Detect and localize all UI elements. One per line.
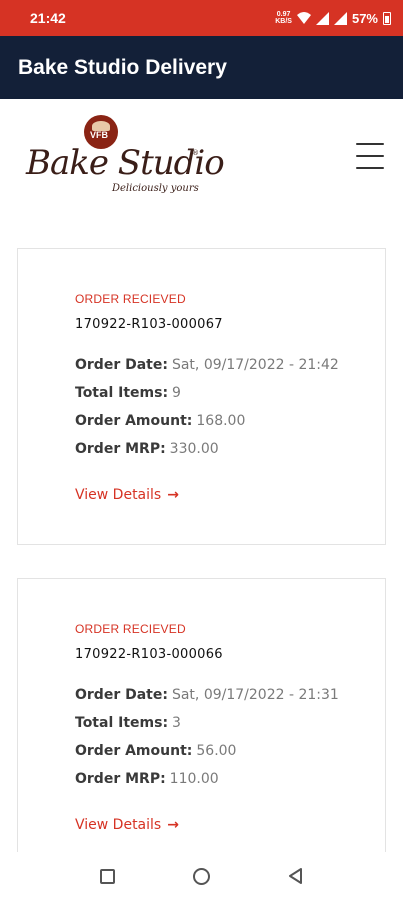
battery-percent: 57% xyxy=(351,10,378,26)
total-items-value: 3 xyxy=(172,715,181,731)
network-speed-value: 0.97 xyxy=(276,11,291,18)
order-mrp-label: Order MRP: xyxy=(75,771,166,787)
order-amount-label: Order Amount: xyxy=(75,743,193,759)
order-amount-label: Order Amount: xyxy=(75,413,193,429)
order-date-row: Order Date: Sat, 09/17/2022 - 21:42 xyxy=(75,357,339,373)
app-title: Bake Studio Delivery xyxy=(18,55,227,79)
network-speed-unit: KB/S xyxy=(275,18,292,25)
order-date-label: Order Date: xyxy=(75,357,168,373)
circle-home-icon[interactable] xyxy=(192,867,210,885)
total-items-label: Total Items: xyxy=(75,715,169,731)
view-details-label: View Details xyxy=(75,817,162,833)
triangle-back-icon[interactable] xyxy=(288,868,304,884)
total-items-row: Total Items: 9 xyxy=(75,385,181,401)
hamburger-menu-icon[interactable] xyxy=(356,143,384,169)
system-nav-bar xyxy=(0,852,403,900)
total-items-value: 9 xyxy=(172,385,181,401)
battery-icon xyxy=(383,11,391,25)
bake-studio-logo[interactable]: VFB Bake Studio ® Deliciously yours xyxy=(24,113,225,203)
order-id: 170922-R103-000067 xyxy=(75,317,223,332)
order-date-row: Order Date: Sat, 09/17/2022 - 21:31 xyxy=(75,687,339,703)
app-bar: Bake Studio Delivery xyxy=(0,36,403,99)
logo-badge: VFB xyxy=(90,130,108,140)
status-time: 21:42 xyxy=(30,10,66,26)
status-icons: 0.97 KB/S 57% xyxy=(275,11,391,26)
order-mrp-label: Order MRP: xyxy=(75,441,166,457)
signal-icon xyxy=(315,11,329,25)
order-mrp-value: 330.00 xyxy=(169,441,219,457)
network-speed: 0.97 KB/S xyxy=(275,11,292,25)
order-card: ORDER RECIEVED 170922-R103-000066 Order … xyxy=(17,578,386,852)
order-amount-value: 56.00 xyxy=(196,743,237,759)
order-amount-row: Order Amount: 168.00 xyxy=(75,413,245,429)
order-id: 170922-R103-000066 xyxy=(75,647,223,662)
order-card: ORDER RECIEVED 170922-R103-000067 Order … xyxy=(17,248,386,545)
orders-list[interactable]: ORDER RECIEVED 170922-R103-000067 Order … xyxy=(0,216,403,852)
total-items-row: Total Items: 3 xyxy=(75,715,181,731)
order-mrp-row: Order MRP: 110.00 xyxy=(75,771,219,787)
order-date-label: Order Date: xyxy=(75,687,168,703)
order-mrp-row: Order MRP: 330.00 xyxy=(75,441,219,457)
order-amount-row: Order Amount: 56.00 xyxy=(75,743,236,759)
arrow-right-icon: → xyxy=(167,487,179,503)
square-recents-icon[interactable] xyxy=(99,868,115,884)
order-status: ORDER RECIEVED xyxy=(75,622,186,636)
order-status: ORDER RECIEVED xyxy=(75,292,186,306)
order-date-value: Sat, 09/17/2022 - 21:31 xyxy=(171,687,339,703)
status-bar: 21:42 0.97 KB/S 57% xyxy=(0,0,403,36)
site-header: VFB Bake Studio ® Deliciously yours xyxy=(0,99,403,216)
total-items-label: Total Items: xyxy=(75,385,169,401)
wifi-icon xyxy=(296,12,311,24)
logo-tagline: Deliciously yours xyxy=(112,183,199,194)
view-details-link[interactable]: View Details → xyxy=(75,817,179,833)
view-details-label: View Details xyxy=(75,487,162,503)
arrow-right-icon: → xyxy=(167,817,179,833)
order-date-value: Sat, 09/17/2022 - 21:42 xyxy=(171,357,339,373)
order-mrp-value: 110.00 xyxy=(169,771,219,787)
signal-icon-2 xyxy=(333,11,347,25)
order-amount-value: 168.00 xyxy=(196,413,246,429)
registered-icon: ® xyxy=(192,149,199,157)
view-details-link[interactable]: View Details → xyxy=(75,487,179,503)
